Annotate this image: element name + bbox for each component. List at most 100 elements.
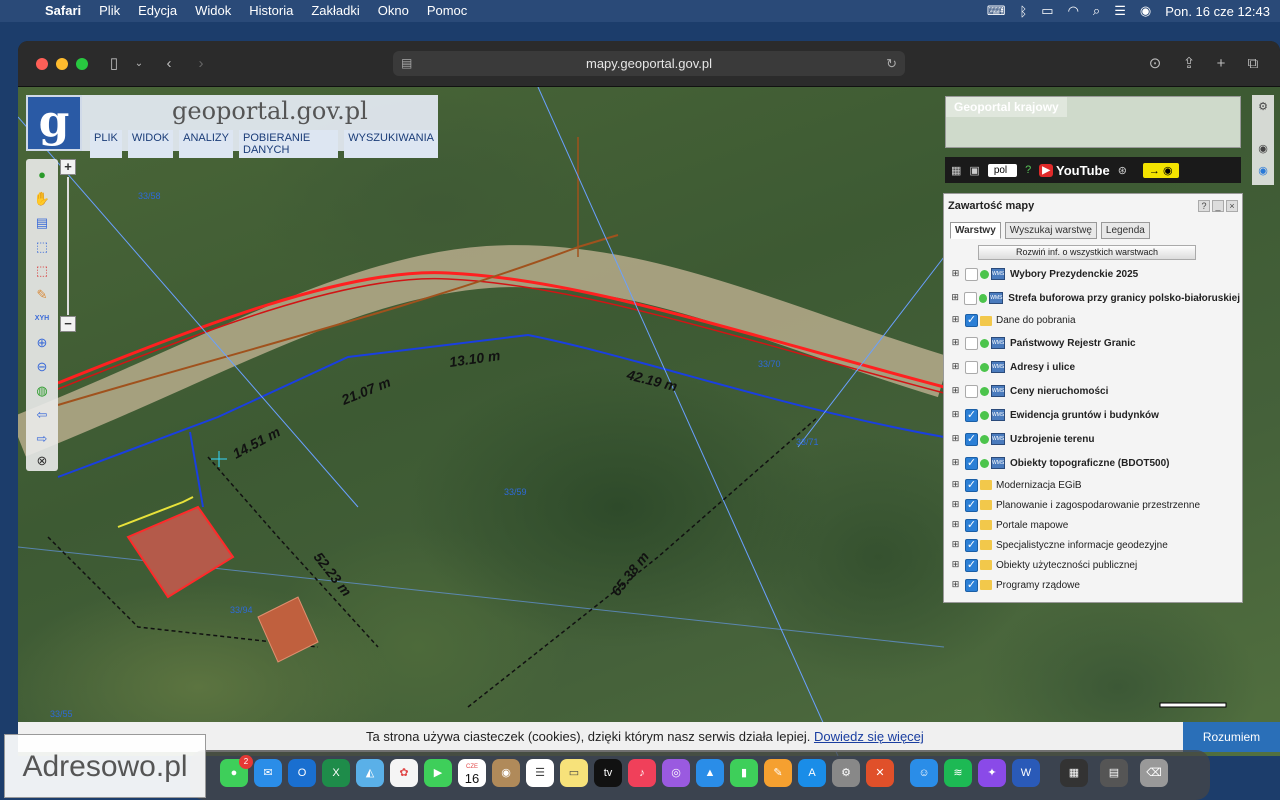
arrow-right-icon[interactable]: ⇨ <box>32 429 52 449</box>
zoom-window-button[interactable] <box>76 58 88 70</box>
geoportal-logo[interactable]: g <box>26 95 82 151</box>
menu-pobieranie-danych[interactable]: POBIERANIE DANYCH <box>239 130 339 158</box>
wms-icon[interactable]: ▣ <box>969 164 979 177</box>
expand-layer-icon[interactable]: ⊞ <box>950 499 961 511</box>
keyboard-icon[interactable]: ⌨ <box>987 3 1006 19</box>
expand-layer-icon[interactable]: ⊞ <box>950 409 961 421</box>
pages-icon[interactable]: ✎ <box>764 759 792 787</box>
reload-icon[interactable]: ↻ <box>886 51 897 76</box>
notes-icon[interactable]: ▭ <box>560 759 588 787</box>
xyh-icon[interactable]: XYH <box>32 309 52 329</box>
layer-checkbox[interactable]: ✓ <box>965 578 978 592</box>
layer-row[interactable]: ⊞ WMS Ceny nieruchomości <box>950 379 1240 403</box>
layer-row[interactable]: ⊞ ✓ Obiekty użyteczności publicznej <box>950 555 1240 575</box>
layer-row[interactable]: ⊞ ✓ Planowanie i zagospodarowanie przestrz… <box>950 495 1240 515</box>
system-settings-icon[interactable]: ⚙ <box>832 759 860 787</box>
layer-checkbox[interactable] <box>965 336 978 350</box>
settings-icon[interactable]: ⚙ <box>1253 97 1273 117</box>
expand-layer-icon[interactable]: ⊞ <box>950 292 960 304</box>
menu-pomoc[interactable]: Pomoc <box>418 0 476 22</box>
expand-layer-icon[interactable]: ⊞ <box>950 361 961 373</box>
word-icon[interactable]: W <box>1012 759 1040 787</box>
layer-row[interactable]: ⊞ ✓ WMS Uzbrojenie terenu <box>950 427 1240 451</box>
photos-icon[interactable]: ✿ <box>390 759 418 787</box>
layer-checkbox[interactable]: ✓ <box>965 498 978 512</box>
layer-row[interactable]: ⊞ WMS Wybory Prezydenckie 2025 <box>950 262 1240 286</box>
menu-plik-gp[interactable]: PLIK <box>90 130 122 158</box>
app-icon[interactable]: ✕ <box>866 759 894 787</box>
zoom-in-icon[interactable]: ⊕ <box>32 333 52 353</box>
youtube-link[interactable]: YouTube <box>1056 163 1110 178</box>
app-store-icon[interactable]: A <box>798 759 826 787</box>
target-icon[interactable]: ⊛ <box>1118 164 1127 177</box>
panel-close-button[interactable]: × <box>1226 200 1238 212</box>
numbers-icon[interactable]: ▮ <box>730 759 758 787</box>
panel-minimize-button[interactable]: _ <box>1212 200 1224 212</box>
menu-widok[interactable]: Widok <box>186 0 240 22</box>
layer-row[interactable]: ⊞ ✓ Modernizacja EGiB <box>950 475 1240 495</box>
expand-layer-icon[interactable]: ⊞ <box>950 315 961 326</box>
zoom-minus-button[interactable]: − <box>60 316 76 332</box>
apple-tv-icon[interactable]: tv <box>594 759 622 787</box>
tab-wyszukaj-warstwe[interactable]: Wyszukaj warstwę <box>1004 222 1097 239</box>
expand-layer-icon[interactable]: ⊞ <box>950 559 961 571</box>
menu-zakladki[interactable]: Zakładki <box>302 0 368 22</box>
recent-window-icon[interactable]: ▤ <box>1100 759 1128 787</box>
layer-checkbox[interactable]: ✓ <box>965 478 978 492</box>
finder-icon[interactable]: ☺ <box>910 759 938 787</box>
cookie-learn-more-link[interactable]: Dowiedz się więcej <box>814 729 924 744</box>
menu-widok-gp[interactable]: WIDOK <box>127 130 174 158</box>
expand-layer-icon[interactable]: ⊞ <box>950 579 961 591</box>
keynote-icon[interactable]: ▲ <box>696 759 724 787</box>
control-center-icon[interactable]: ☰ <box>1114 3 1126 19</box>
accessibility-eye-icon[interactable]: → ◉ <box>1142 162 1179 178</box>
language-select[interactable]: pol <box>987 163 1018 177</box>
layer-checkbox[interactable]: ✓ <box>965 456 978 470</box>
clock[interactable]: Pon. 16 cze 12:43 <box>1165 4 1270 19</box>
share-icon[interactable]: ⇪ <box>1178 53 1200 75</box>
layer-row[interactable]: ⊞ WMS Adresy i ulice <box>950 355 1240 379</box>
spotlight-search-icon[interactable]: ⌕ <box>1093 3 1100 19</box>
menu-app-safari[interactable]: Safari <box>36 0 90 22</box>
facetime-icon[interactable]: ▶ <box>424 759 452 787</box>
layer-checkbox[interactable] <box>964 291 977 305</box>
menu-analizy[interactable]: ANALIZY <box>179 130 233 158</box>
layer-row[interactable]: ⊞ ✓ Specjalistyczne informacje geodezyjne <box>950 535 1240 555</box>
zoom-slider-track[interactable] <box>67 177 69 315</box>
expand-layer-icon[interactable]: ⊞ <box>950 337 961 349</box>
zoom-out-icon[interactable]: ⊖ <box>32 357 52 377</box>
layer-checkbox[interactable] <box>965 384 978 398</box>
arrow-left-icon[interactable]: ⇦ <box>32 405 52 425</box>
layer-checkbox[interactable]: ✓ <box>965 408 978 422</box>
expand-layer-icon[interactable]: ⊞ <box>950 385 961 397</box>
document-icon[interactable]: ▤ <box>32 213 52 233</box>
music-icon[interactable]: ♪ <box>628 759 656 787</box>
select-red-icon[interactable]: ⬚ <box>32 261 52 281</box>
visibility-icon[interactable]: ◉ <box>1253 139 1273 159</box>
address-bar[interactable]: ▤ mapy.geoportal.gov.pl ↻ <box>393 51 905 76</box>
expand-layer-icon[interactable]: ⊞ <box>950 268 961 280</box>
contacts-icon[interactable]: ◉ <box>492 759 520 787</box>
compass-icon[interactable]: ⊗ <box>32 451 52 471</box>
menu-wyszukiwania[interactable]: WYSZUKIWANIA <box>344 130 438 158</box>
layer-row[interactable]: ⊞ ✓ WMS Obiekty topograficzne (BDOT500) <box>950 451 1240 475</box>
layer-row[interactable]: ⊞ WMS Państwowy Rejestr Granic <box>950 331 1240 355</box>
youtube-play-icon[interactable]: ▶ <box>1039 163 1053 177</box>
select-area-icon[interactable]: ⬚ <box>32 237 52 257</box>
expand-layer-icon[interactable]: ⊞ <box>950 519 961 531</box>
calculator-icon[interactable]: ▦ <box>951 164 961 177</box>
recent-app-icon[interactable]: ▦ <box>1060 759 1088 787</box>
expand-layer-icon[interactable]: ⊞ <box>950 433 961 445</box>
layer-checkbox[interactable]: ✓ <box>965 432 978 446</box>
layer-checkbox[interactable] <box>965 360 978 374</box>
panel-help-button[interactable]: ? <box>1198 200 1210 212</box>
trash-icon[interactable]: ⌫ <box>1140 759 1168 787</box>
siri-icon[interactable]: ◉ <box>1140 3 1151 19</box>
menu-historia[interactable]: Historia <box>240 0 302 22</box>
expand-all-button[interactable]: Rozwiń inf. o wszystkich warstwach <box>978 245 1196 260</box>
wifi-icon[interactable]: ◠ <box>1068 3 1079 19</box>
minimize-window-button[interactable] <box>56 58 68 70</box>
pan-hand-icon[interactable]: ✋ <box>32 189 52 209</box>
battery-icon[interactable]: ▭ <box>1041 3 1053 19</box>
menu-edycja[interactable]: Edycja <box>129 0 186 22</box>
